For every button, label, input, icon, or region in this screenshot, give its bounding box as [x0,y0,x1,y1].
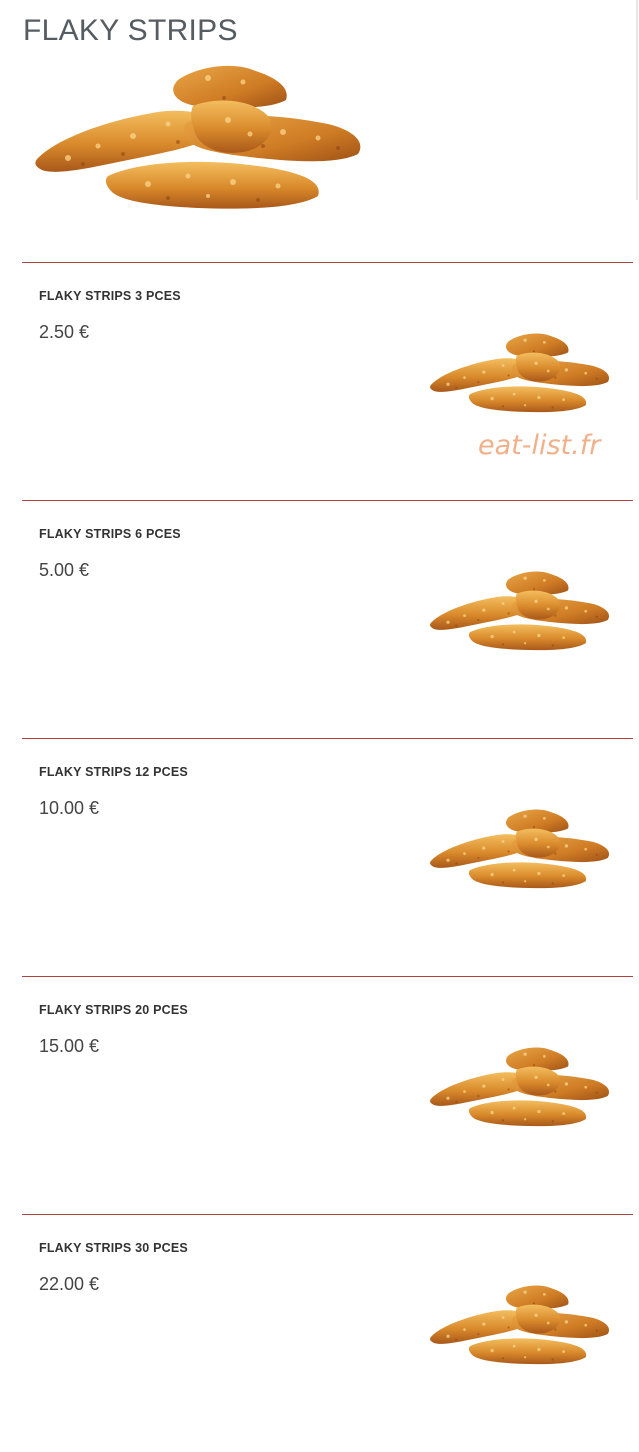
item-name: FLAKY STRIPS 30 PCES [39,1241,188,1255]
item-image[interactable] [426,566,616,662]
item-divider [22,976,633,977]
watermark-text: eat-list.fr [478,430,601,461]
item-image[interactable] [426,804,616,900]
item-image[interactable] [426,328,616,424]
menu-item[interactable]: FLAKY STRIPS 3 PCES 2.50 € eat-list.fr [0,262,639,500]
item-divider [22,500,633,501]
item-price: 2.50 € [39,322,90,342]
item-price: 15.00 € [39,1036,100,1056]
menu-item[interactable]: FLAKY STRIPS 30 PCES 22.00 € [0,1214,639,1452]
item-image[interactable] [426,1280,616,1376]
item-name: FLAKY STRIPS 20 PCES [39,1003,188,1017]
item-divider [22,738,633,739]
item-price: 10.00 € [39,798,100,818]
item-image[interactable] [426,1042,616,1138]
category-title: FLAKY STRIPS [23,14,238,47]
item-price: 22.00 € [39,1274,100,1294]
menu-page: FLAKY STRIPS FLAKY STRIPS 3 PCES 2.50 € … [0,0,639,1395]
item-name: FLAKY STRIPS 12 PCES [39,765,188,779]
menu-item-list: FLAKY STRIPS 3 PCES 2.50 € eat-list.fr F… [0,262,639,1452]
item-price: 5.00 € [39,560,90,580]
menu-item[interactable]: FLAKY STRIPS 6 PCES 5.00 € [0,500,639,738]
item-name: FLAKY STRIPS 6 PCES [39,527,181,541]
item-name: FLAKY STRIPS 3 PCES [39,289,181,303]
scrollbar-track[interactable] [636,0,638,200]
menu-item[interactable]: FLAKY STRIPS 20 PCES 15.00 € [0,976,639,1214]
item-divider [22,1214,633,1215]
item-divider [22,262,633,263]
category-hero-image [35,65,361,209]
menu-item[interactable]: FLAKY STRIPS 12 PCES 10.00 € [0,738,639,976]
